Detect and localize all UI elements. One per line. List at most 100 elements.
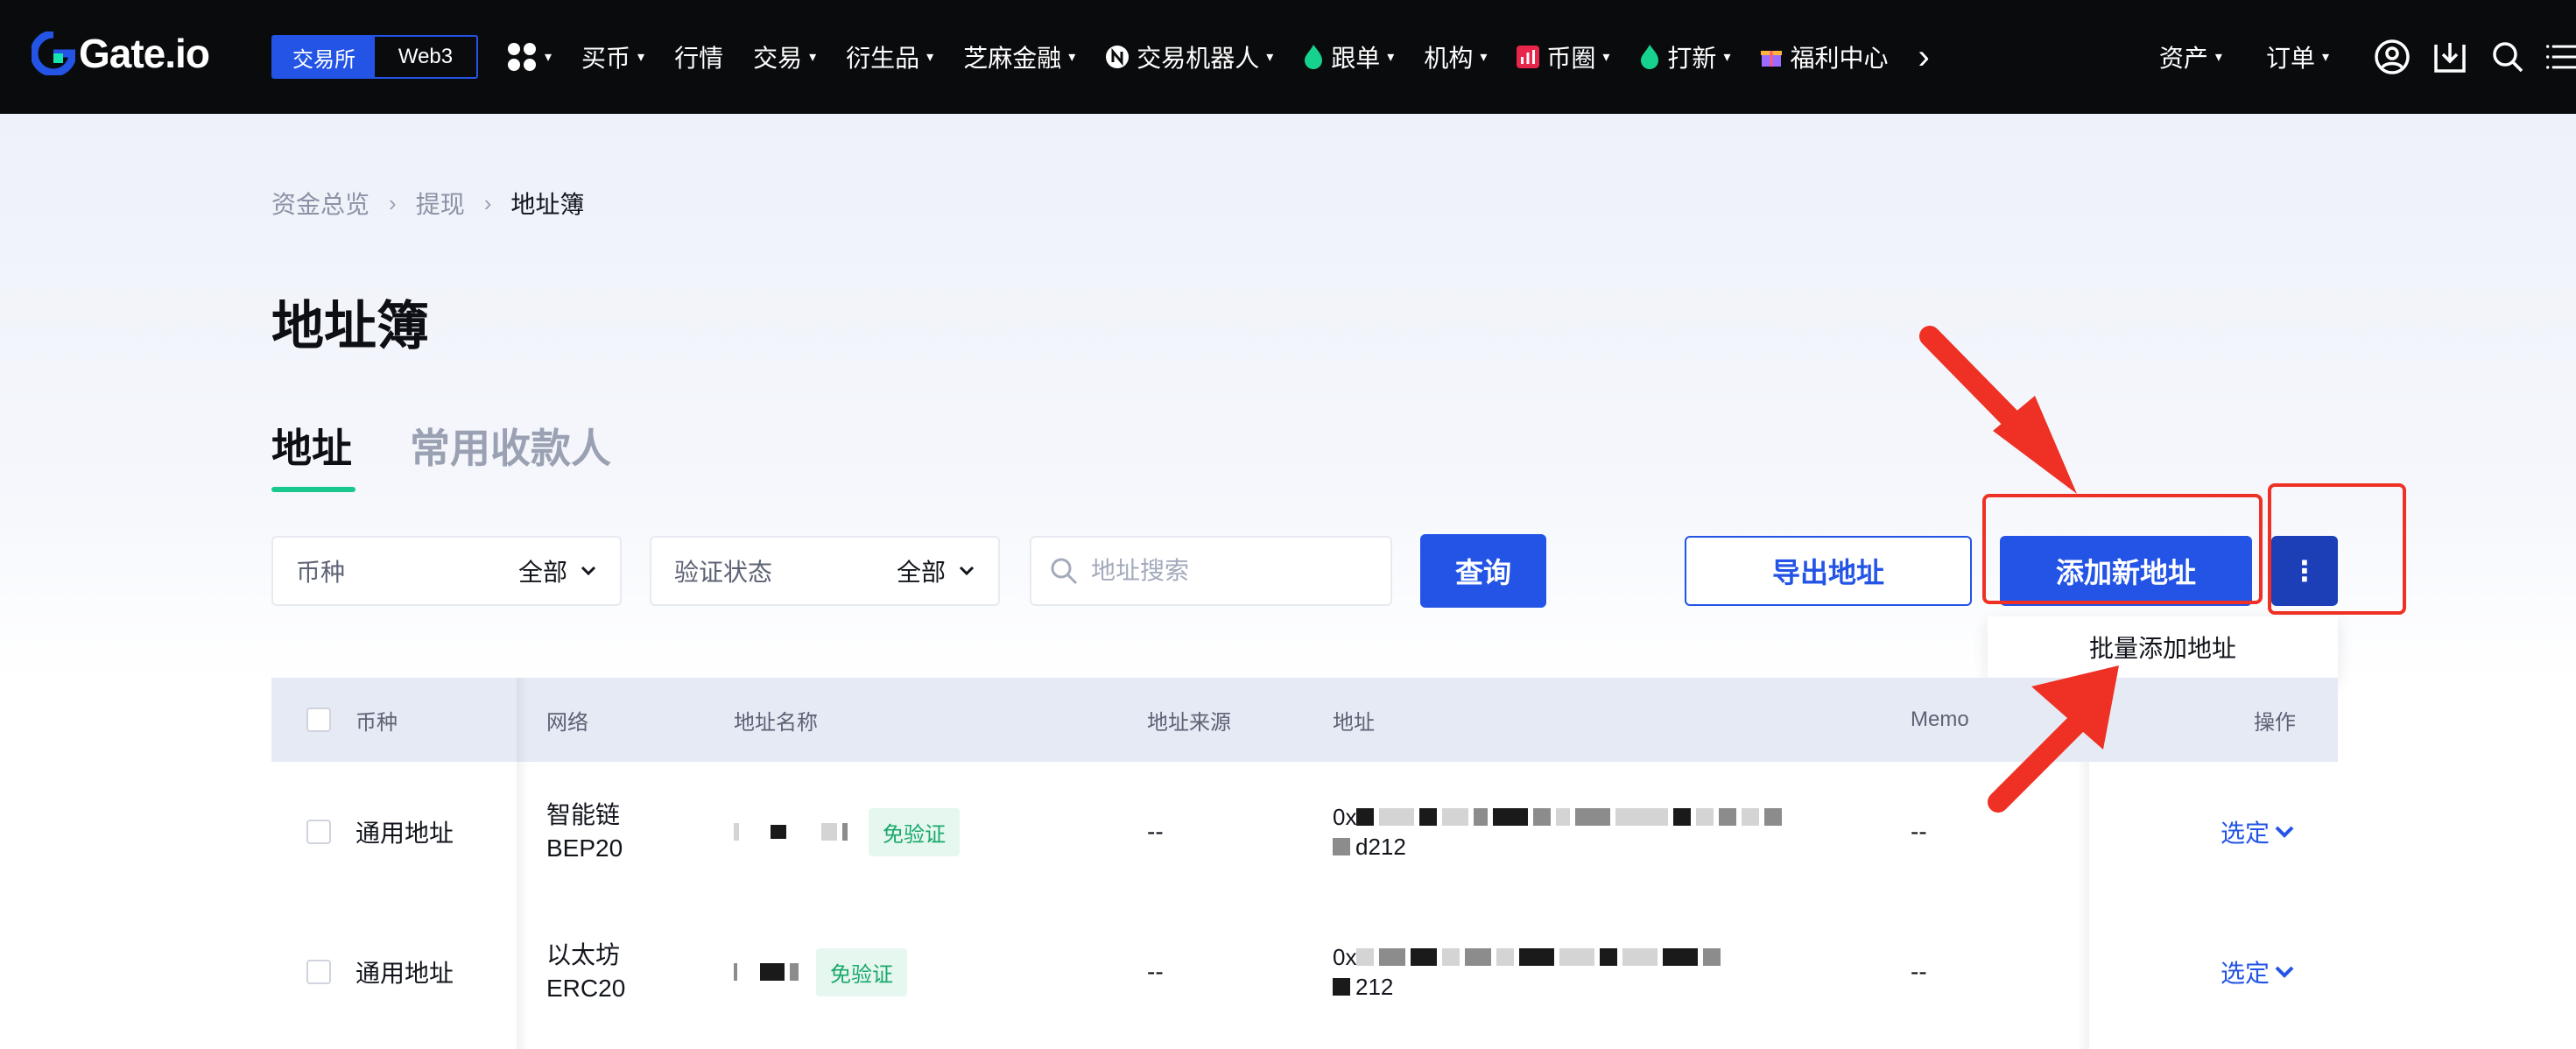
- breadcrumb: 资金总览 › 提现 › 地址簿: [271, 186, 584, 221]
- coin-select[interactable]: 币种 全部: [271, 536, 622, 606]
- nav-trading-bot[interactable]: 交易机器人 ▾: [1105, 39, 1273, 74]
- redacted-name: [734, 963, 804, 981]
- row-address-name: 免验证: [734, 902, 907, 1042]
- address-search: [1030, 536, 1392, 606]
- nav-orders[interactable]: 订单 ▾: [2266, 39, 2329, 74]
- caret-down-icon: ▾: [1068, 50, 1076, 65]
- segment-exchange[interactable]: 交易所: [273, 37, 375, 77]
- nav-crypto-circle[interactable]: 币圈 ▾: [1517, 39, 1609, 74]
- address-line1: 0x: [1333, 802, 1787, 832]
- nav-label: 订单: [2265, 45, 2315, 72]
- menu-icon[interactable]: [2546, 38, 2576, 76]
- verify-status-select[interactable]: 验证状态 全部: [650, 536, 1000, 606]
- tab-frequent-payees[interactable]: 常用收款人: [410, 417, 611, 492]
- caret-down-icon: ▾: [1480, 50, 1488, 65]
- select-all-checkbox[interactable]: [306, 708, 331, 732]
- row-address: 0x d212: [1333, 762, 1787, 902]
- col-coin: 币种: [355, 710, 398, 735]
- row-memo: --: [1911, 958, 1927, 985]
- caret-down-icon: ▾: [637, 50, 645, 65]
- breadcrumb-address-book: 地址簿: [510, 191, 585, 218]
- caret-down-icon: ▾: [2321, 50, 2329, 65]
- chevron-down-icon: [581, 566, 596, 576]
- query-button[interactable]: 查询: [1420, 534, 1546, 608]
- nav-launchpad[interactable]: 打新 ▾: [1639, 39, 1730, 74]
- table-row: 通用地址 以太坊 ERC20 免验证 -- 0x 212 -- 选定: [271, 902, 2338, 1042]
- verify-status-label: 验证状态: [674, 559, 773, 586]
- coin-select-label: 币种: [296, 559, 346, 586]
- tab-address[interactable]: 地址: [271, 417, 355, 492]
- gate-logo[interactable]: Gate.io: [32, 30, 210, 77]
- col-memo: Memo: [1911, 708, 1969, 731]
- nav-rewards-center[interactable]: 福利中心: [1760, 39, 1888, 74]
- caret-down-icon: ▾: [1387, 50, 1395, 65]
- export-address-button[interactable]: 导出地址: [1685, 536, 1972, 606]
- gate-logo-icon: [32, 32, 75, 75]
- chevron-down-icon: [2275, 826, 2294, 838]
- nav-menu: ▾ 买币 ▾ 行情 交易 ▾ 衍生品 ▾ 芝麻金融 ▾ 交易机器人 ▾ 跟单 ▾ 机构 ▾ 币…: [506, 0, 1960, 114]
- segment-web3[interactable]: Web3: [375, 37, 476, 77]
- select-action[interactable]: 选定: [2221, 762, 2296, 902]
- caret-down-icon: ▾: [2214, 50, 2222, 65]
- caret-down-icon: ▾: [1723, 50, 1731, 65]
- row-address-source: --: [1147, 958, 1164, 985]
- nav-copy-trading[interactable]: 跟单 ▾: [1303, 39, 1394, 74]
- nav-label: 币圈: [1546, 45, 1596, 72]
- row-checkbox[interactable]: [306, 820, 331, 844]
- row-memo: --: [1911, 818, 1927, 845]
- nav-trade[interactable]: 交易 ▾: [753, 39, 816, 74]
- verify-status-value: 全部: [896, 559, 946, 586]
- address-prefix: 0x: [1333, 944, 1357, 970]
- nav-derivatives[interactable]: 衍生品 ▾: [846, 39, 933, 74]
- select-action[interactable]: 选定: [2221, 902, 2296, 1042]
- bar-chart-icon: [1517, 46, 1540, 68]
- nav-buy-crypto[interactable]: 买币 ▾: [581, 39, 644, 74]
- network-name: 以太坊: [546, 941, 621, 968]
- coin-select-value: 全部: [517, 559, 567, 586]
- logo-text: Gate.io: [79, 31, 210, 76]
- nav-label: 交易: [753, 45, 803, 72]
- sticky-column-shadow: [517, 678, 529, 1049]
- flame-icon: [1639, 44, 1660, 70]
- select-action-label: 选定: [2221, 960, 2270, 987]
- col-actions: 操作: [2254, 710, 2296, 735]
- row-checkbox[interactable]: [306, 960, 331, 984]
- nav-label: 衍生品: [846, 45, 920, 72]
- nav-right: 资产 ▾ 订单 ▾: [2159, 0, 2576, 114]
- row-address-source: --: [1147, 818, 1164, 845]
- caret-down-icon: ▾: [926, 50, 934, 65]
- nav-label: 福利中心: [1790, 45, 1889, 72]
- address-line2: d212: [1333, 832, 1406, 862]
- nav-label: 芝麻金融: [963, 45, 1062, 72]
- nav-markets[interactable]: 行情: [674, 39, 723, 74]
- select-all-cell: [306, 678, 331, 762]
- breadcrumb-withdraw[interactable]: 提现: [416, 186, 465, 221]
- col-address-source: 地址来源: [1147, 710, 1231, 735]
- chevron-right-icon: ›: [389, 189, 397, 216]
- page-title: 地址簿: [271, 297, 429, 356]
- address-line1: 0x: [1333, 942, 1726, 972]
- apps-grid-icon: [508, 43, 536, 71]
- highlight-more-button: [2268, 483, 2406, 615]
- verify-status-value-wrap: 全部: [897, 553, 975, 588]
- nav-label: 资产: [2158, 45, 2208, 72]
- red-arrow-icon: [1988, 665, 2119, 813]
- breadcrumb-funds-overview[interactable]: 资金总览: [271, 186, 370, 221]
- search-icon[interactable]: [2488, 38, 2527, 76]
- address-search-input[interactable]: [1091, 557, 1354, 585]
- nav-label: 机构: [1424, 45, 1474, 72]
- nav-assets[interactable]: 资产 ▾: [2159, 39, 2222, 74]
- nav-label: 行情: [674, 45, 724, 72]
- row-address-name: 免验证: [734, 762, 960, 902]
- chevron-down-icon: [2275, 966, 2294, 978]
- nav-finance[interactable]: 芝麻金融 ▾: [963, 39, 1075, 74]
- nav-more-arrow[interactable]: ›: [1918, 38, 1929, 77]
- apps-menu[interactable]: ▾: [506, 41, 552, 73]
- user-icon[interactable]: [2373, 38, 2411, 76]
- address-prefix: 0x: [1333, 804, 1357, 830]
- exempt-verification-badge: 免验证: [869, 807, 960, 856]
- gift-icon: [1760, 46, 1783, 68]
- download-icon[interactable]: [2431, 38, 2469, 76]
- nav-institution[interactable]: 机构 ▾: [1424, 39, 1487, 74]
- tabs: 地址 常用收款人: [271, 417, 669, 492]
